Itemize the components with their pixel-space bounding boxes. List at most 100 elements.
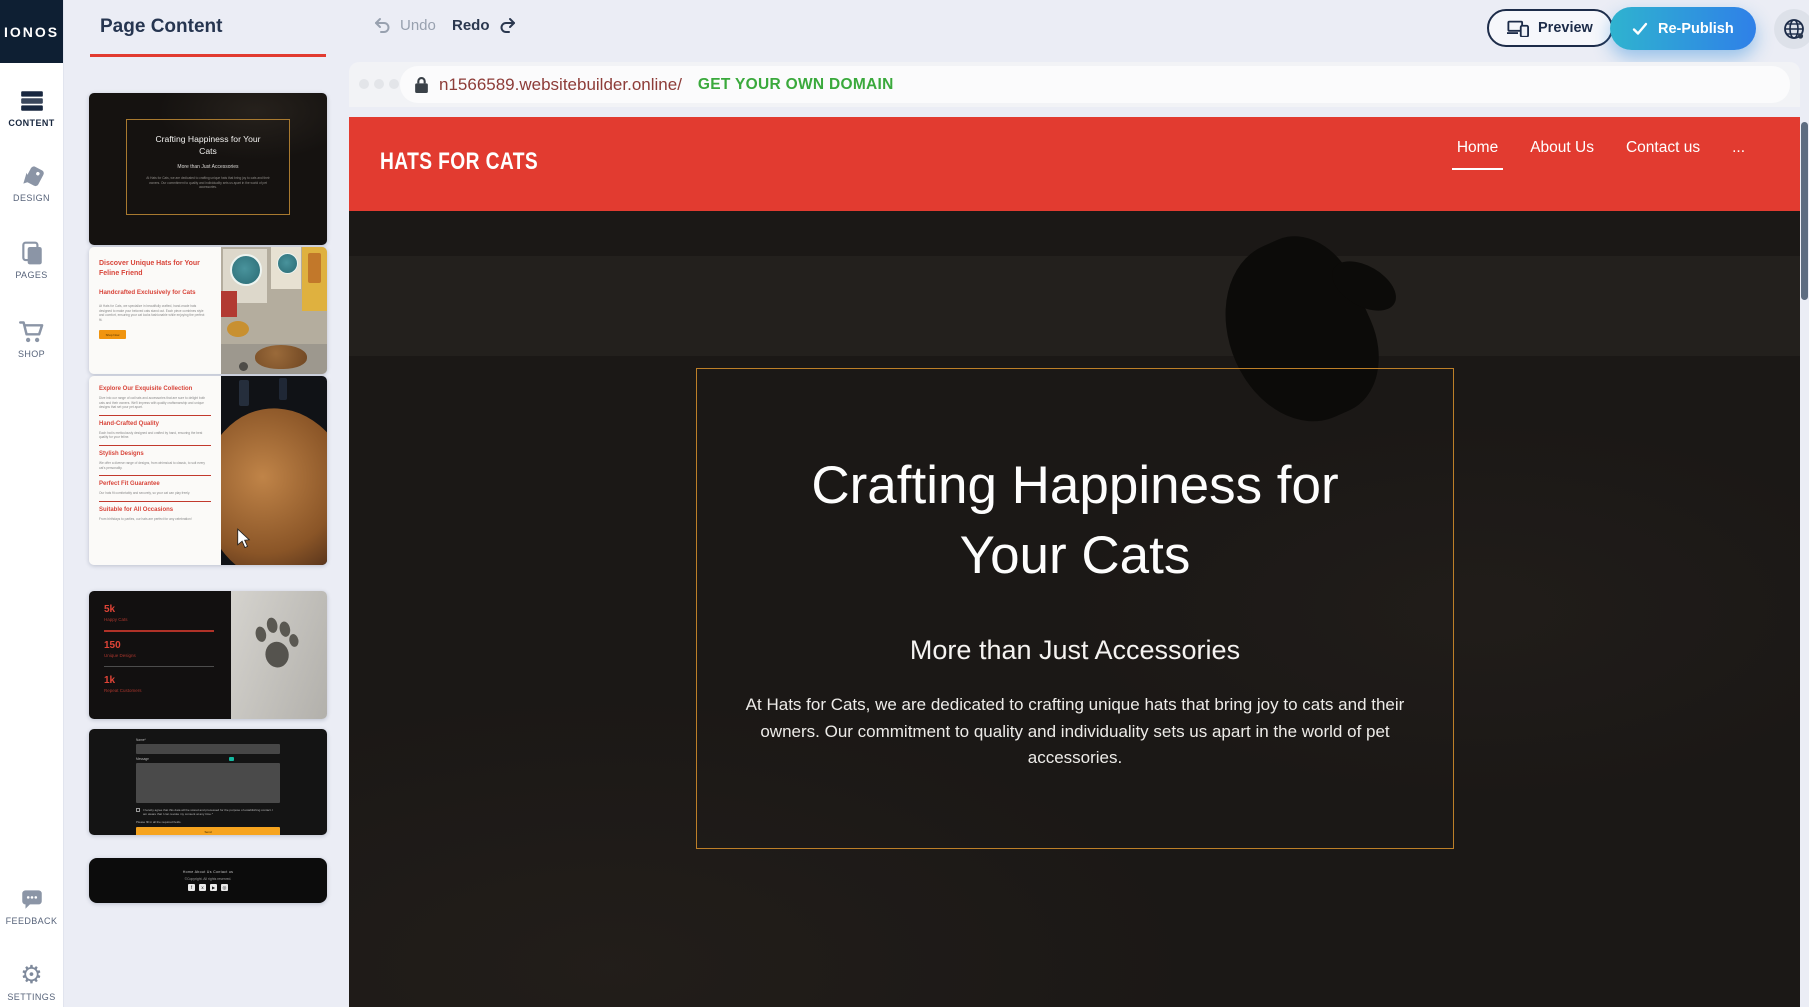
instagram-icon: ◎ xyxy=(221,884,228,891)
thumb-feature-body: Each hat is meticulously designed and cr… xyxy=(99,431,211,440)
sidebar-item-label: PAGES xyxy=(15,270,47,280)
thumb-form-message-label: Message xyxy=(136,757,149,761)
check-icon xyxy=(1632,22,1648,36)
section-scroll-divider xyxy=(90,54,326,57)
nav-item-contact[interactable]: Contact us xyxy=(1626,139,1700,157)
undo-icon xyxy=(372,16,392,34)
thumb-stat-value: 1k xyxy=(104,675,231,686)
thumb-feature-body: From birthdays to parties, our hats are … xyxy=(99,517,211,522)
sidebar-item-label: SHOP xyxy=(18,349,45,359)
language-globe-button[interactable] xyxy=(1774,9,1809,49)
thumb-feature-heading: Stylish Designs xyxy=(99,451,211,457)
thumb-intro-heading1: Discover Unique Hats for Your Feline Fri… xyxy=(99,259,211,278)
thumb-intro-button: Shop Now xyxy=(99,330,126,339)
canvas-scrollbar-thumb[interactable] xyxy=(1801,122,1808,300)
hero-content-box[interactable]: Crafting Happiness forYour Cats More tha… xyxy=(696,368,1454,849)
thumb-hero-subtitle: More than Just Accessories xyxy=(177,164,238,170)
paw-print-photo xyxy=(231,591,327,719)
sidebar-item-feedback[interactable]: FEEDBACK xyxy=(0,886,63,926)
redo-icon xyxy=(498,16,518,34)
ionos-logo[interactable]: IONOS xyxy=(0,0,63,63)
redo-label: Redo xyxy=(452,17,490,34)
site-nav: Home About Us Contact us ... xyxy=(1457,139,1745,157)
thumbnail-hero-section[interactable]: Crafting Happiness for Your Cats More th… xyxy=(89,93,327,245)
pages-icon xyxy=(19,240,45,266)
thumb-intro-heading2: Handcrafted Exclusively for Cats xyxy=(99,289,211,296)
mouse-cursor xyxy=(236,528,251,549)
nav-item-more[interactable]: ... xyxy=(1732,139,1745,157)
site-logo[interactable]: HATS FOR CATS xyxy=(380,148,538,176)
street-cat-photo xyxy=(221,247,327,374)
republish-button[interactable]: Re-Publish xyxy=(1610,7,1756,50)
thumb-form-message-input xyxy=(136,763,280,803)
hero-subtitle[interactable]: More than Just Accessories xyxy=(910,635,1240,666)
undo-button[interactable]: Undo xyxy=(372,16,436,34)
lock-icon xyxy=(414,76,429,94)
site-header[interactable]: HATS FOR CATS Home About Us Contact us .… xyxy=(349,117,1800,211)
devices-icon xyxy=(1507,20,1529,37)
thumb-form-consent-text: I hereby agree that this data will be st… xyxy=(143,808,277,816)
thumb-stat-value: 5k xyxy=(104,604,231,615)
thumb-form-emoji-icon xyxy=(229,757,234,761)
thumb-feature-body: Our hats fit comfortably and securely, s… xyxy=(99,491,211,496)
facebook-icon: f xyxy=(188,884,195,891)
nav-item-home[interactable]: Home xyxy=(1457,139,1498,157)
thumb-hero-body: At Hats for Cats, we are dedicated to cr… xyxy=(145,176,271,190)
thumb-footer-nav: Home About Us Contact us xyxy=(183,870,234,874)
hero-body-text[interactable]: At Hats for Cats, we are dedicated to cr… xyxy=(741,692,1409,772)
thumbnail-footer-section[interactable]: Home About Us Contact us ©Copyright. All… xyxy=(89,858,327,903)
thumbnail-form-section[interactable]: Name* Message I hereby agree that this d… xyxy=(89,729,327,835)
app-sidebar: IONOS CONTENT DESIGN PAGES SHOP xyxy=(0,0,64,1007)
thumb-form-submit-button: Send xyxy=(136,827,280,835)
undo-label: Undo xyxy=(400,17,436,34)
window-dots xyxy=(359,79,399,89)
thumb-stat-label: Happy Cats xyxy=(104,617,231,622)
nav-item-about[interactable]: About Us xyxy=(1530,139,1594,157)
design-tags-icon xyxy=(19,163,45,189)
thumb-hero-title: Crafting Happiness for Your Cats xyxy=(148,134,268,157)
feedback-bubble-icon xyxy=(19,886,45,912)
sidebar-item-label: SETTINGS xyxy=(7,992,55,1002)
thumb-intro-body: At Hats for Cats, we specialize in beaut… xyxy=(99,304,207,322)
hero-background-band xyxy=(349,256,1800,356)
thumb-form-checkbox xyxy=(136,808,140,812)
sidebar-item-label: DESIGN xyxy=(13,193,50,203)
browser-bar: n1566589.websitebuilder.online/ GET YOUR… xyxy=(349,62,1800,107)
thumb-feature-heading: Perfect Fit Guarantee xyxy=(99,481,211,487)
thumb-stat-value: 150 xyxy=(104,640,231,651)
x-icon: x xyxy=(199,884,206,891)
gear-icon: ⚙ xyxy=(20,962,42,988)
thumb-footer-social-icons: f x ▶ ◎ xyxy=(188,884,228,891)
sidebar-item-pages[interactable]: PAGES xyxy=(0,240,63,280)
thumb-feature-body: Dive into our range of cat hats and acce… xyxy=(99,396,211,410)
sidebar-item-label: CONTENT xyxy=(8,118,54,128)
thumb-form-name-label: Name* xyxy=(136,738,280,742)
thumbnail-intro-section[interactable]: Discover Unique Hats for Your Feline Fri… xyxy=(89,247,327,374)
sidebar-item-content[interactable]: CONTENT xyxy=(0,88,63,128)
hero-title-line1: Crafting Happiness for xyxy=(811,456,1338,515)
sidebar-item-label: FEEDBACK xyxy=(6,916,58,926)
youtube-icon: ▶ xyxy=(210,884,217,891)
thumb-hero-box: Crafting Happiness for Your Cats More th… xyxy=(126,119,290,215)
sidebar-item-shop[interactable]: SHOP xyxy=(0,318,63,359)
thumb-feature-heading: Explore Our Exquisite Collection xyxy=(99,386,211,392)
hero-title[interactable]: Crafting Happiness forYour Cats xyxy=(811,451,1338,591)
hero-section[interactable]: Crafting Happiness forYour Cats More tha… xyxy=(349,211,1800,1007)
sidebar-item-design[interactable]: DESIGN xyxy=(0,163,63,203)
thumb-features-list: Explore Our Exquisite Collection Dive in… xyxy=(89,376,221,565)
thumb-form-required-note: Please fill in all the required fields. xyxy=(136,820,280,824)
thumbnail-stats-section[interactable]: 5k Happy Cats 150 Unique Designs 1k Repe… xyxy=(89,591,327,719)
globe-icon xyxy=(1782,17,1806,41)
thumb-stats-list: 5k Happy Cats 150 Unique Designs 1k Repe… xyxy=(89,591,231,719)
thumb-footer-copyright: ©Copyright. All rights reserved. xyxy=(185,877,232,881)
republish-label: Re-Publish xyxy=(1658,21,1734,37)
get-domain-link[interactable]: GET YOUR OWN DOMAIN xyxy=(698,76,894,94)
page-title: Page Content xyxy=(100,16,222,38)
redo-button[interactable]: Redo xyxy=(452,16,518,34)
site-url: n1566589.websitebuilder.online/ xyxy=(439,75,682,95)
sidebar-item-settings[interactable]: ⚙ SETTINGS xyxy=(0,962,63,1002)
thumb-feature-body: We offer a diverse range of designs, fro… xyxy=(99,461,211,470)
preview-button[interactable]: Preview xyxy=(1487,9,1613,47)
thumbnail-features-section[interactable]: Explore Our Exquisite Collection Dive in… xyxy=(89,376,327,565)
cart-icon xyxy=(18,318,45,345)
